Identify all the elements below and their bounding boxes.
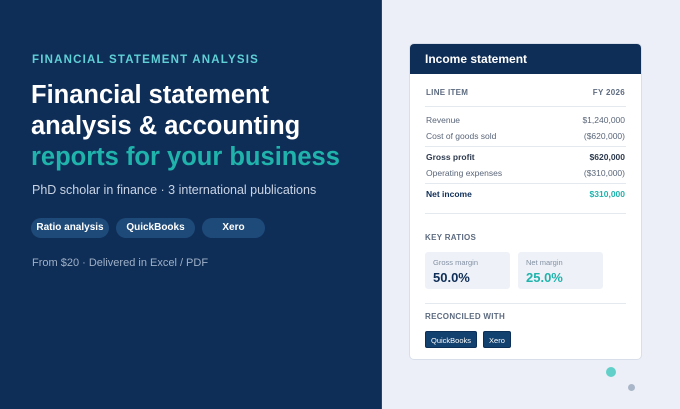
hero-panel: FINANCIAL STATEMENT ANALYSIS Financial s… [0, 0, 382, 409]
table-row: Gross profit $620,000 [425, 149, 626, 165]
row-label: Revenue [426, 115, 461, 125]
table-header: LINE ITEM FY 2026 [425, 79, 626, 107]
reconciled-chips: QuickBooks Xero [425, 331, 626, 348]
gross-margin-box: Gross margin 50.0% [425, 252, 510, 289]
chip-quickbooks: QuickBooks [425, 331, 478, 348]
headline-accent: reports for your business [31, 143, 340, 171]
ratio-value: 50.0% [433, 270, 470, 285]
tag-ratio-analysis[interactable]: Ratio analysis [31, 218, 109, 238]
headline: Financial statement analysis & accountin… [31, 80, 376, 173]
service-tags: Ratio analysis QuickBooks Xero [31, 218, 265, 238]
ratio-label: Gross margin [433, 258, 479, 267]
table-row: Operating expenses ($310,000) [425, 165, 626, 181]
decorative-dot [606, 367, 616, 377]
headline-line-2: analysis & accounting [31, 112, 301, 140]
section-divider [425, 303, 626, 304]
table-row: Cost of goods sold ($620,000) [425, 128, 626, 144]
row-divider [425, 183, 626, 184]
chip-xero: Xero [483, 331, 511, 348]
row-label: Net income [426, 189, 472, 199]
column-period: FY 2026 [592, 88, 625, 97]
ratio-label: Net margin [526, 258, 563, 267]
row-value: $310,000 [589, 189, 625, 199]
row-label: Cost of goods sold [426, 131, 497, 141]
reconciled-with-label: RECONCILED WITH [425, 312, 506, 321]
column-line-item: LINE ITEM [426, 88, 469, 97]
decorative-dot [628, 384, 635, 391]
section-divider [425, 213, 626, 214]
row-value: $1,240,000 [582, 115, 625, 125]
headline-line-1: Financial statement [31, 81, 270, 109]
row-value: $620,000 [589, 152, 625, 162]
ratio-boxes: Gross margin 50.0% Net margin 25.0% [425, 252, 626, 289]
row-divider [425, 146, 626, 147]
income-statement-card: Income statement LINE ITEM FY 2026 Reven… [409, 43, 642, 360]
row-label: Operating expenses [426, 168, 503, 178]
tag-quickbooks[interactable]: QuickBooks [116, 218, 195, 238]
row-value: ($620,000) [583, 131, 625, 141]
table-row: Revenue $1,240,000 [425, 112, 626, 128]
net-margin-box: Net margin 25.0% [518, 252, 603, 289]
pricing-note: From $20 · Delivered in Excel / PDF [32, 257, 209, 269]
eyebrow-label: FINANCIAL STATEMENT ANALYSIS [32, 54, 259, 66]
tag-xero[interactable]: Xero [202, 218, 265, 238]
key-ratios-label: KEY RATIOS [425, 233, 477, 242]
ratio-value: 25.0% [526, 270, 563, 285]
row-value: ($310,000) [583, 168, 625, 178]
table-row: Net income $310,000 [425, 186, 626, 202]
credentials-text: PhD scholar in finance · 3 international… [32, 183, 317, 197]
row-label: Gross profit [426, 152, 475, 162]
card-title: Income statement [410, 44, 641, 74]
